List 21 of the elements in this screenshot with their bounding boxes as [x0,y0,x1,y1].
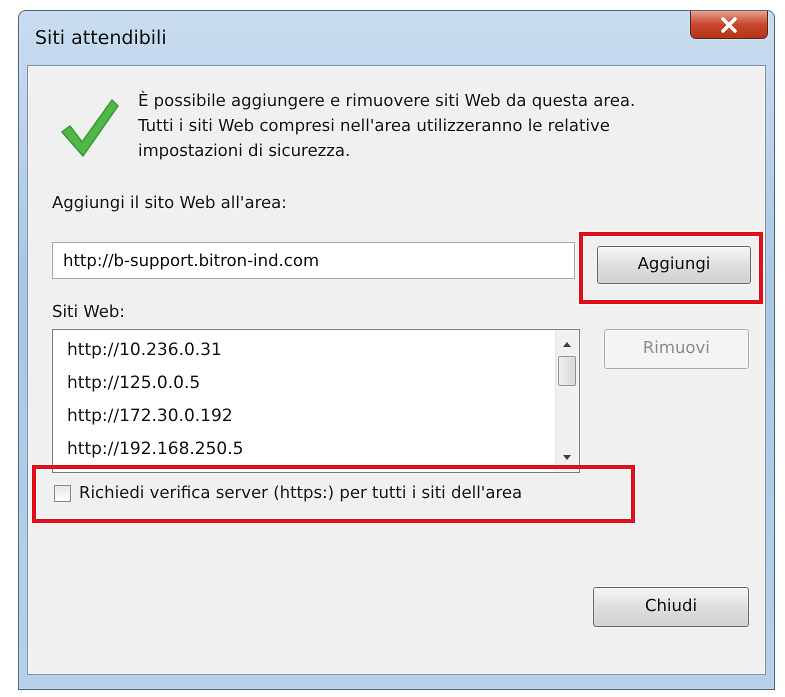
url-input-field[interactable]: http://b-support.bitron-ind.com [52,242,575,280]
message-text: Tutti i siti Web compresi nell'area utilizzeranno le relative [138,115,611,137]
list-label: Siti Web: [52,300,126,323]
close-dialog-button[interactable]: Chiudi [593,586,749,626]
close-icon [720,16,738,32]
window-title: Siti attendibili [35,26,167,51]
message-text: impostazioni di sicurezza. [138,140,352,162]
scrollbar[interactable] [554,330,579,472]
checkbox-label[interactable]: Richiedi verifica server (https:) per tutti i siti dell'area [79,481,522,506]
scroll-thumb[interactable] [558,356,576,386]
message-text: È possibile aggiungere e rimuovere siti Web da questa area. [138,90,636,112]
scroll-down-icon[interactable] [562,454,572,462]
checkbox[interactable] [54,485,71,502]
list-item[interactable]: http://10.236.0.31 [67,334,549,366]
list-item[interactable]: http://192.168.250.5 [67,432,549,466]
field-label: Aggiungi il sito Web all'area: [52,192,288,214]
list-item[interactable]: http://125.0.0.5 [67,366,549,400]
close-button[interactable] [690,11,768,39]
scroll-up-icon[interactable] [562,340,572,348]
add-button[interactable]: Aggiungi [597,246,751,284]
list-item[interactable]: http://172.30.0.192 [67,400,549,432]
